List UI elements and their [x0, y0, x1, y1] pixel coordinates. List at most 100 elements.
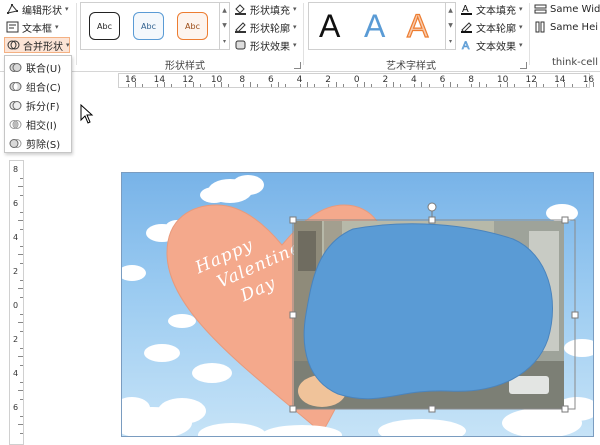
thinkcell-group-label: think-cell: [552, 57, 598, 68]
text-box-button[interactable]: 文本框 ▾: [6, 19, 59, 35]
merge-shapes-button[interactable]: 合并形状 ▾: [4, 37, 70, 53]
ruler-tick: [306, 82, 308, 87]
ruler-tick: [256, 84, 258, 87]
group-separator: [303, 3, 304, 65]
ruler-tick: [485, 84, 487, 87]
wordart-blue[interactable]: A: [364, 8, 385, 44]
blob-shape[interactable]: [298, 219, 563, 409]
wordart-orange-outline[interactable]: A: [406, 7, 429, 44]
scroll-up-icon[interactable]: ▲: [222, 7, 227, 14]
ruler-tick: [199, 84, 201, 87]
shape-styles-group-label: 形状样式: [165, 61, 205, 72]
shape-outline-button[interactable]: 形状轮廓 ▾: [234, 19, 297, 35]
group-separator: [529, 3, 530, 65]
ribbon: 编辑形状 ▾ 文本框 ▾ 合并形状 ▾ Abc Abc Abc ▲ ▼ ▾ 形状…: [0, 0, 600, 72]
menu-item-subtract[interactable]: 剪除(S): [9, 135, 60, 151]
group-separator: [76, 3, 77, 65]
fragment-icon: [9, 99, 22, 112]
ruler-tick: [500, 84, 502, 87]
ruler-tick: [221, 82, 223, 87]
ruler-tick: [449, 82, 451, 87]
ruler-tick: [20, 228, 23, 230]
menu-item-fragment[interactable]: 拆分(F): [9, 97, 60, 113]
ruler-tick: [163, 82, 165, 87]
shape-style-orange[interactable]: Abc: [177, 12, 208, 40]
gallery-scroll[interactable]: ▲ ▼ ▾: [219, 3, 229, 49]
ruler-tick: [371, 84, 373, 87]
ruler-tick: [564, 82, 566, 87]
scroll-up-icon[interactable]: ▲: [448, 7, 453, 14]
ruler-number: 6: [13, 403, 19, 412]
edit-shape-icon: [6, 3, 19, 15]
edit-shape-button[interactable]: 编辑形状 ▾: [6, 1, 69, 17]
ruler-tick: [128, 84, 130, 87]
same-width-icon: [534, 3, 547, 15]
ruler-tick: [328, 84, 330, 87]
scroll-down-icon[interactable]: ▼: [222, 22, 227, 29]
ruler-number: 8: [13, 165, 19, 174]
chevron-down-icon: ▾: [55, 23, 59, 31]
ruler-tick: [471, 84, 473, 87]
ruler-tick: [428, 84, 430, 87]
same-width-button[interactable]: Same Wid: [534, 1, 600, 17]
merge-shapes-label: 合并形状: [23, 41, 63, 53]
shape-style-black[interactable]: Abc: [89, 12, 120, 40]
ruler-tick: [249, 82, 251, 87]
pencil-icon: [234, 21, 247, 33]
shape-style-blue[interactable]: Abc: [133, 12, 164, 40]
ruler-tick: [585, 84, 587, 87]
ruler-tick: [20, 415, 23, 417]
ruler-tick: [142, 84, 144, 87]
ruler-tick: [20, 313, 23, 315]
ruler-tick: [20, 262, 23, 264]
menu-item-combine[interactable]: 组合(C): [9, 78, 61, 94]
same-height-button[interactable]: Same Hei: [534, 19, 598, 35]
text-outline-button[interactable]: 文本轮廓 ▾: [460, 19, 523, 35]
ruler-number: 2: [13, 267, 19, 276]
chevron-down-icon: ▾: [519, 23, 523, 31]
ruler-tick: [20, 296, 23, 298]
union-icon: [9, 61, 22, 74]
ruler-tick: [18, 356, 23, 357]
text-effects-button[interactable]: A 文本效果 ▾: [460, 37, 523, 53]
ruler-tick: [278, 82, 280, 87]
text-outline-icon: [460, 21, 473, 33]
slide[interactable]: Happy Valentine Day: [121, 172, 594, 437]
text-box-label: 文本框: [22, 23, 52, 35]
ruler-tick: [542, 84, 544, 87]
ruler-tick: [156, 84, 158, 87]
subtract-icon: [9, 137, 22, 150]
ruler-tick: [20, 398, 23, 400]
dialog-launcher-icon[interactable]: [294, 62, 301, 69]
text-fill-button[interactable]: A 文本填充 ▾: [460, 1, 523, 17]
chevron-down-icon: ▾: [293, 41, 297, 49]
vertical-ruler[interactable]: 8 6 4 2 0 2 4 6: [9, 160, 24, 445]
ruler-tick: [414, 84, 416, 87]
menu-item-intersect[interactable]: 相交(I): [9, 116, 57, 132]
horizontal-ruler[interactable]: 16 14 12 10 8 6 4 2 0 2 4 6 8 10 12 14 16: [118, 73, 594, 88]
ruler-number: 4: [13, 369, 19, 378]
ruler-tick: [18, 186, 23, 187]
text-fill-icon: A: [460, 3, 473, 15]
ruler-tick: [285, 84, 287, 87]
more-icon[interactable]: ▾: [223, 38, 226, 45]
edit-shape-label: 编辑形状: [22, 5, 62, 17]
text-box-icon: [6, 21, 19, 33]
ruler-tick: [185, 84, 187, 87]
ruler-tick: [342, 84, 344, 87]
ruler-tick: [357, 84, 358, 87]
ruler-tick: [20, 177, 23, 179]
ruler-tick: [507, 82, 509, 87]
shape-effects-button[interactable]: 形状效果 ▾: [234, 37, 297, 53]
ruler-tick: [421, 82, 423, 87]
ruler-tick: [171, 84, 173, 87]
menu-item-union[interactable]: 联合(U): [9, 59, 61, 75]
wordart-black[interactable]: A: [319, 8, 340, 44]
ruler-tick: [442, 84, 444, 87]
shape-fill-button[interactable]: 形状填充 ▾: [234, 1, 297, 17]
intersect-icon: [9, 118, 22, 131]
gallery-scroll[interactable]: ▲ ▼ ▾: [445, 3, 455, 49]
more-icon[interactable]: ▾: [449, 38, 452, 45]
dialog-launcher-icon[interactable]: [520, 62, 527, 69]
scroll-down-icon[interactable]: ▼: [448, 22, 453, 29]
